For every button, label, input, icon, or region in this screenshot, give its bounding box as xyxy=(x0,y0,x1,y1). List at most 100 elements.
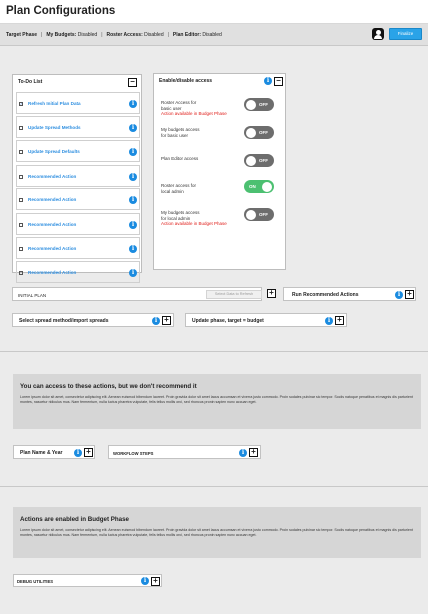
toggle-knob xyxy=(262,181,272,192)
todo-item-label: Recommended Action xyxy=(28,197,77,202)
toggle-state: OFF xyxy=(259,212,268,217)
toggle-state: OFF xyxy=(259,102,268,107)
spread-method-bar: Select spread method/import spreads i + xyxy=(12,313,174,327)
expand-plus-icon[interactable]: + xyxy=(84,448,93,457)
run-recommended-label: Run Recommended Actions xyxy=(292,292,359,298)
page-title: Plan Configurations xyxy=(6,5,116,17)
access-toggle[interactable]: ON xyxy=(244,180,274,193)
phase-status-bar: Target Phase | My Budgets: Disabled | Roster… xyxy=(0,24,428,46)
plan-name-bar: Plan Name & Year i + xyxy=(13,445,95,459)
checkbox-icon[interactable] xyxy=(19,197,23,202)
todo-item[interactable]: ✓ Refresh Initial Plan Data i xyxy=(16,92,140,114)
roster-access-label: Roster Access: xyxy=(106,32,143,38)
todo-list-panel: To-Do List − ✓ Refresh Initial Plan Data i… xyxy=(12,74,142,283)
collapse-minus-icon[interactable]: − xyxy=(128,78,137,87)
checkbox-icon[interactable] xyxy=(19,174,23,179)
todo-item[interactable]: Recommended Action i xyxy=(16,261,140,283)
plan-editor-label: Plan Editor: xyxy=(172,32,201,38)
budget-phase-heading: Actions are enabled in Budget Phase xyxy=(20,516,129,523)
access-row-label: Plan Editor access xyxy=(161,156,199,161)
info-icon[interactable]: i xyxy=(239,448,247,457)
not-recommended-text: Lorem ipsum dolor sit amet, consectetur … xyxy=(20,395,413,404)
info-icon[interactable]: i xyxy=(129,220,137,229)
todo-item-label: Recommended Action xyxy=(28,222,77,227)
expand-plus-icon[interactable]: + xyxy=(405,290,414,299)
checkbox-icon[interactable] xyxy=(19,149,23,154)
finalize-button[interactable]: Finalize xyxy=(389,28,422,40)
info-icon[interactable]: i xyxy=(129,172,137,181)
initial-plan-label: INITIAL PLAN xyxy=(18,292,47,298)
todo-item-label: Recommended Action xyxy=(28,246,77,251)
initial-plan-bar: INITIAL PLAN Select Data to Refresh xyxy=(12,287,262,301)
info-icon[interactable]: i xyxy=(129,195,137,204)
access-row-label: My budgets access for basic user xyxy=(161,127,200,138)
todo-item[interactable]: Recommended Action i xyxy=(16,237,140,259)
info-icon[interactable]: i xyxy=(129,123,137,132)
my-budgets-value: Disabled xyxy=(77,32,98,38)
todo-item[interactable]: Recommended Action i xyxy=(16,213,140,235)
roster-access-value: Disabled xyxy=(144,32,164,38)
access-toggle[interactable]: OFF xyxy=(244,154,274,167)
update-phase-label: Update phase, target = budget xyxy=(192,318,264,324)
todo-item[interactable]: Update Spread Methods i xyxy=(16,116,140,138)
expand-plus-icon[interactable]: + xyxy=(151,576,160,586)
section-divider xyxy=(0,351,428,352)
todo-item-label: Update Spread Methods xyxy=(28,125,81,130)
expand-plus-icon[interactable]: + xyxy=(162,316,171,325)
my-budgets-label: My Budgets: xyxy=(46,32,77,38)
info-icon[interactable]: i xyxy=(129,99,137,108)
access-row-label: Roster Access for basic user Action availa… xyxy=(161,100,227,116)
workflow-steps-label: WORKFLOW STEPS xyxy=(113,450,154,456)
todo-item[interactable]: Update Spread Defaults i xyxy=(16,140,140,162)
checkbox-icon[interactable] xyxy=(19,125,23,130)
info-icon[interactable]: i xyxy=(325,316,333,325)
access-toggle[interactable]: OFF xyxy=(244,126,274,139)
title-bar: Plan Configurations xyxy=(0,0,428,24)
todo-item[interactable]: Recommended Action i xyxy=(16,165,140,187)
todo-list-title: To-Do List xyxy=(18,79,43,85)
run-recommended-bar: Run Recommended Actions i + xyxy=(283,287,416,301)
not-recommended-banner: You can access to these actions, but we … xyxy=(13,374,421,429)
section-divider xyxy=(0,486,428,487)
workflow-steps-bar: WORKFLOW STEPS i + xyxy=(108,445,261,459)
info-icon[interactable]: i xyxy=(129,268,137,277)
toggle-state: OFF xyxy=(259,158,268,163)
update-phase-bar: Update phase, target = budget i + xyxy=(185,313,347,327)
info-icon[interactable]: i xyxy=(141,577,149,585)
plan-name-label: Plan Name & Year xyxy=(20,450,63,456)
access-row-label: My budgets access for local admin Action a… xyxy=(161,210,227,226)
target-phase-label: Target Phase xyxy=(6,32,38,38)
access-note: Action available in Budget Phase xyxy=(161,221,227,226)
data-refresh-select[interactable]: Select Data to Refresh xyxy=(206,290,262,299)
expand-plus-icon[interactable]: + xyxy=(249,448,258,457)
checkbox-icon[interactable] xyxy=(19,246,23,251)
toggle-knob xyxy=(246,127,256,138)
info-icon[interactable]: i xyxy=(129,147,137,156)
access-row-label: Roster access for local admin xyxy=(161,183,197,194)
info-icon[interactable]: i xyxy=(395,290,403,299)
toggle-knob xyxy=(246,209,256,220)
access-note: Action available in Budget Phase xyxy=(161,111,227,116)
info-icon[interactable]: i xyxy=(74,448,82,457)
expand-plus-icon[interactable]: + xyxy=(267,289,276,298)
collapse-minus-icon[interactable]: − xyxy=(274,77,283,86)
toggle-knob xyxy=(246,99,256,110)
info-icon[interactable]: i xyxy=(129,244,137,253)
todo-item-label: Recommended Action xyxy=(28,174,77,179)
plan-editor-value: Disabled xyxy=(202,32,222,38)
toggle-knob xyxy=(246,155,256,166)
user-avatar-icon[interactable] xyxy=(372,28,384,40)
checkbox-icon[interactable]: ✓ xyxy=(19,101,23,106)
access-toggle[interactable]: OFF xyxy=(244,208,274,221)
access-toggle[interactable]: OFF xyxy=(244,98,274,111)
not-recommended-heading: You can access to these actions, but we … xyxy=(20,383,197,390)
checkbox-icon[interactable] xyxy=(19,222,23,227)
info-icon[interactable]: i xyxy=(152,316,160,325)
info-icon[interactable]: i xyxy=(264,77,272,85)
expand-plus-icon[interactable]: + xyxy=(335,316,344,325)
checkbox-icon[interactable] xyxy=(19,270,23,275)
todo-item-label: Update Spread Defaults xyxy=(28,149,80,154)
debug-utilities-bar: DEBUG UTILITIES i + xyxy=(13,574,162,587)
todo-item-label: Refresh Initial Plan Data xyxy=(28,101,81,106)
todo-item[interactable]: Recommended Action i xyxy=(16,188,140,210)
